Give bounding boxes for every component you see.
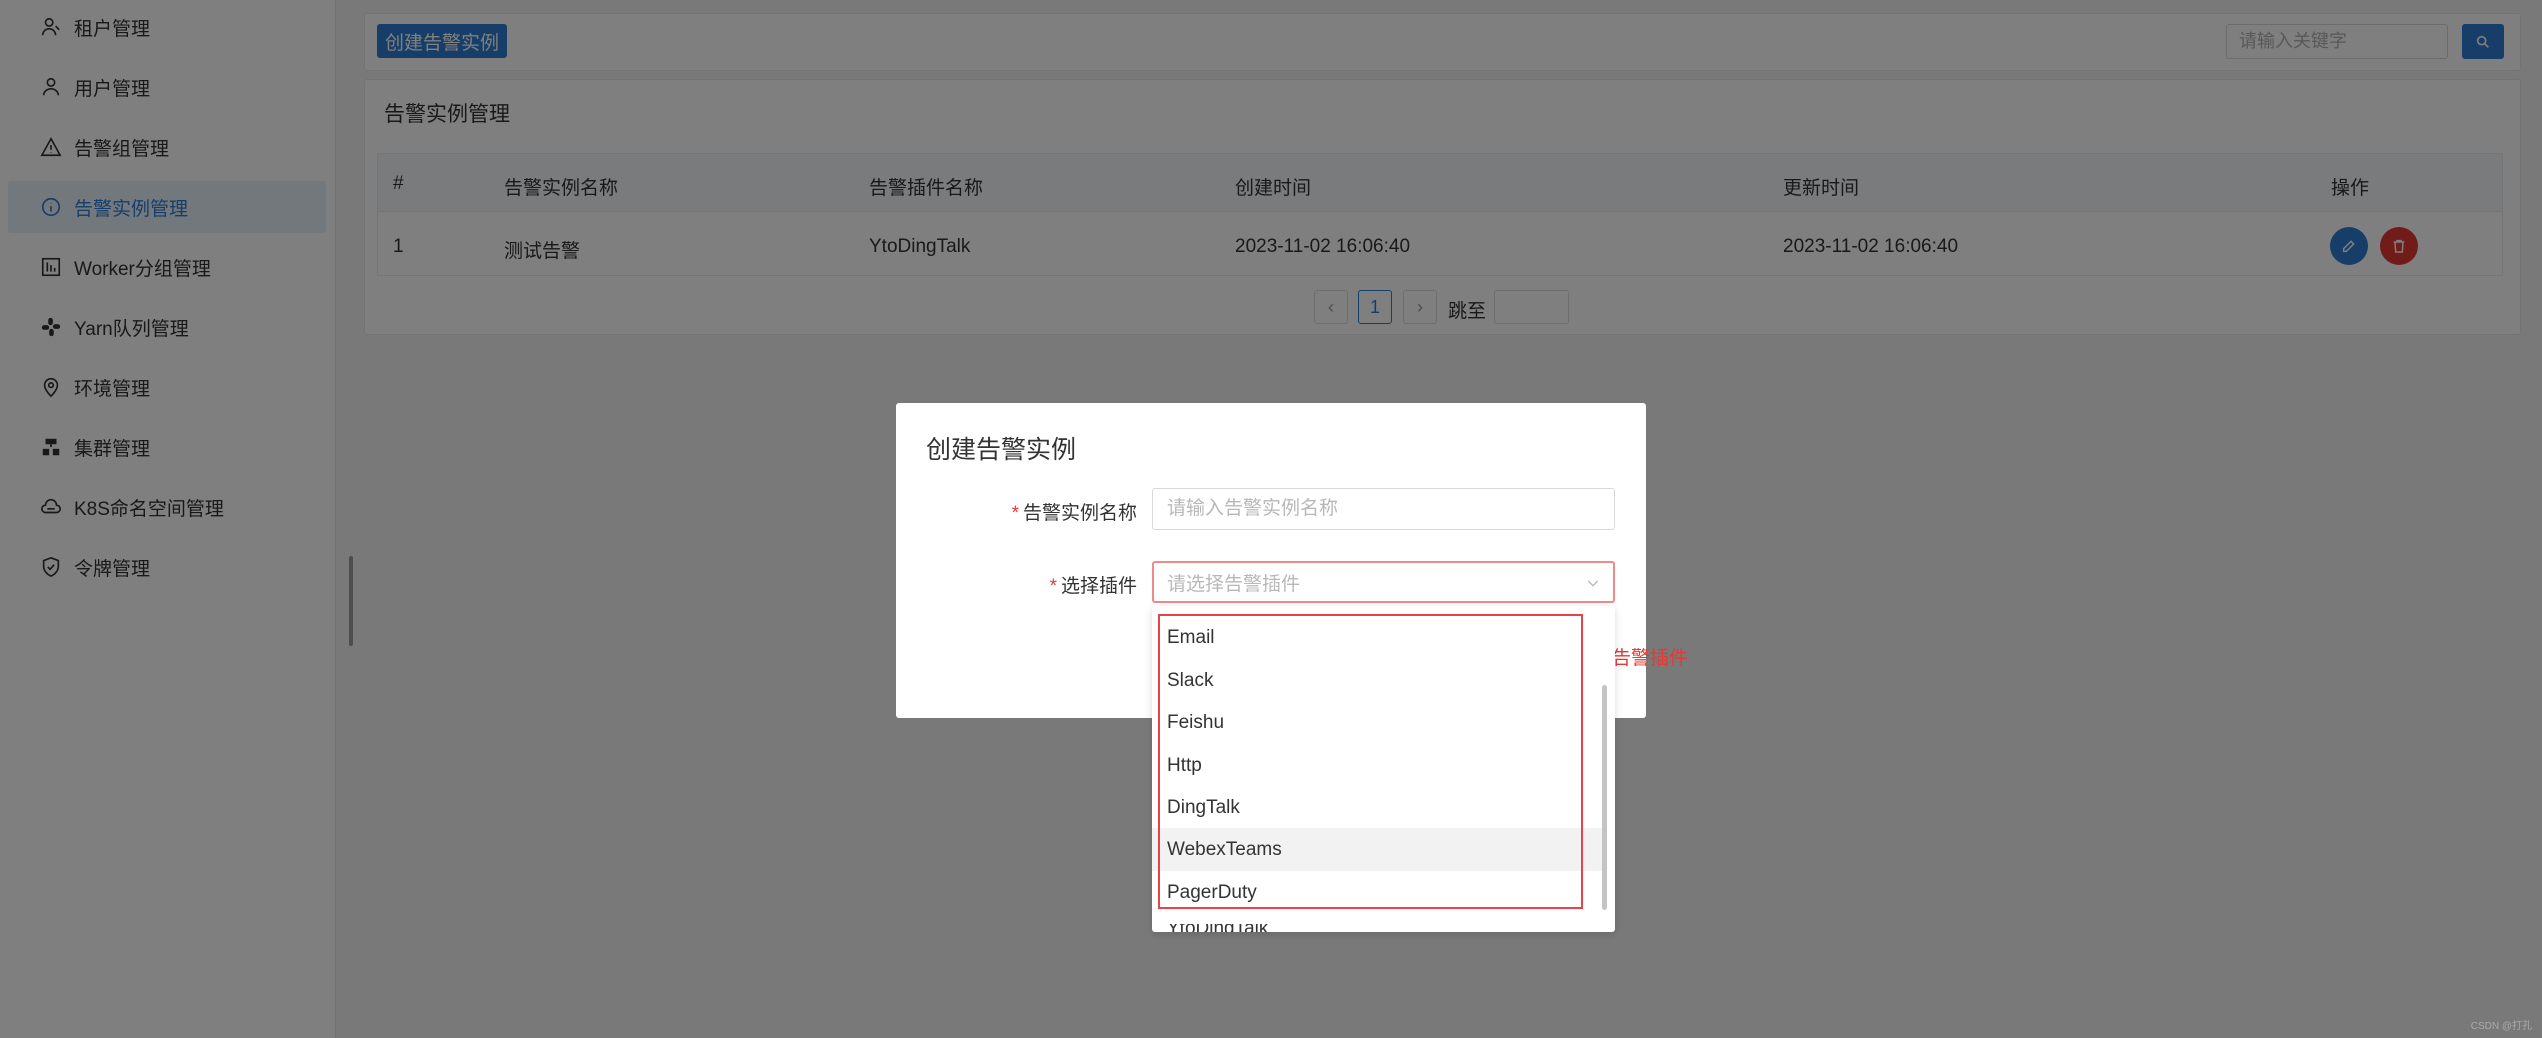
dialog-title: 创建告警实例	[926, 436, 1077, 464]
required-asterisk: *	[1049, 576, 1057, 597]
plugin-select-placeholder: 请选择告警插件	[1167, 573, 1301, 595]
plugin-option-label: YtoDingTalk	[1167, 924, 1268, 932]
plugin-option-feishu[interactable]: Feishu	[1152, 701, 1607, 744]
plugin-option-pagerduty[interactable]: PagerDuty	[1152, 871, 1607, 914]
dropdown-scrollbar[interactable]	[1602, 685, 1607, 910]
plugin-option-webexteams[interactable]: WebexTeams	[1152, 828, 1607, 871]
plugin-option-email[interactable]: Email	[1152, 616, 1607, 659]
watermark: CSDN @打孔	[2470, 1021, 2532, 1032]
plugin-select-label: * 选择插件	[1049, 576, 1137, 597]
plugin-option-http[interactable]: Http	[1152, 744, 1607, 787]
plugin-option-dingtalk[interactable]: DingTalk	[1152, 786, 1607, 829]
plugin-option-ytodingtalk[interactable]: YtoDingTalk	[1152, 924, 1615, 932]
plugin-error-message: 告警插件	[1612, 648, 1689, 669]
plugin-select[interactable]: 请选择告警插件	[1152, 561, 1615, 603]
instance-name-input[interactable]	[1152, 488, 1615, 530]
instance-name-label: * 告警实例名称	[1011, 503, 1137, 524]
chevron-down-icon	[1587, 580, 1599, 587]
plugin-option-slack[interactable]: Slack	[1152, 659, 1607, 702]
app-root: 租户管理 用户管理 告警组管理 告警实例管理 Worker分组管理	[0, 0, 2542, 1038]
required-asterisk: *	[1011, 503, 1019, 524]
